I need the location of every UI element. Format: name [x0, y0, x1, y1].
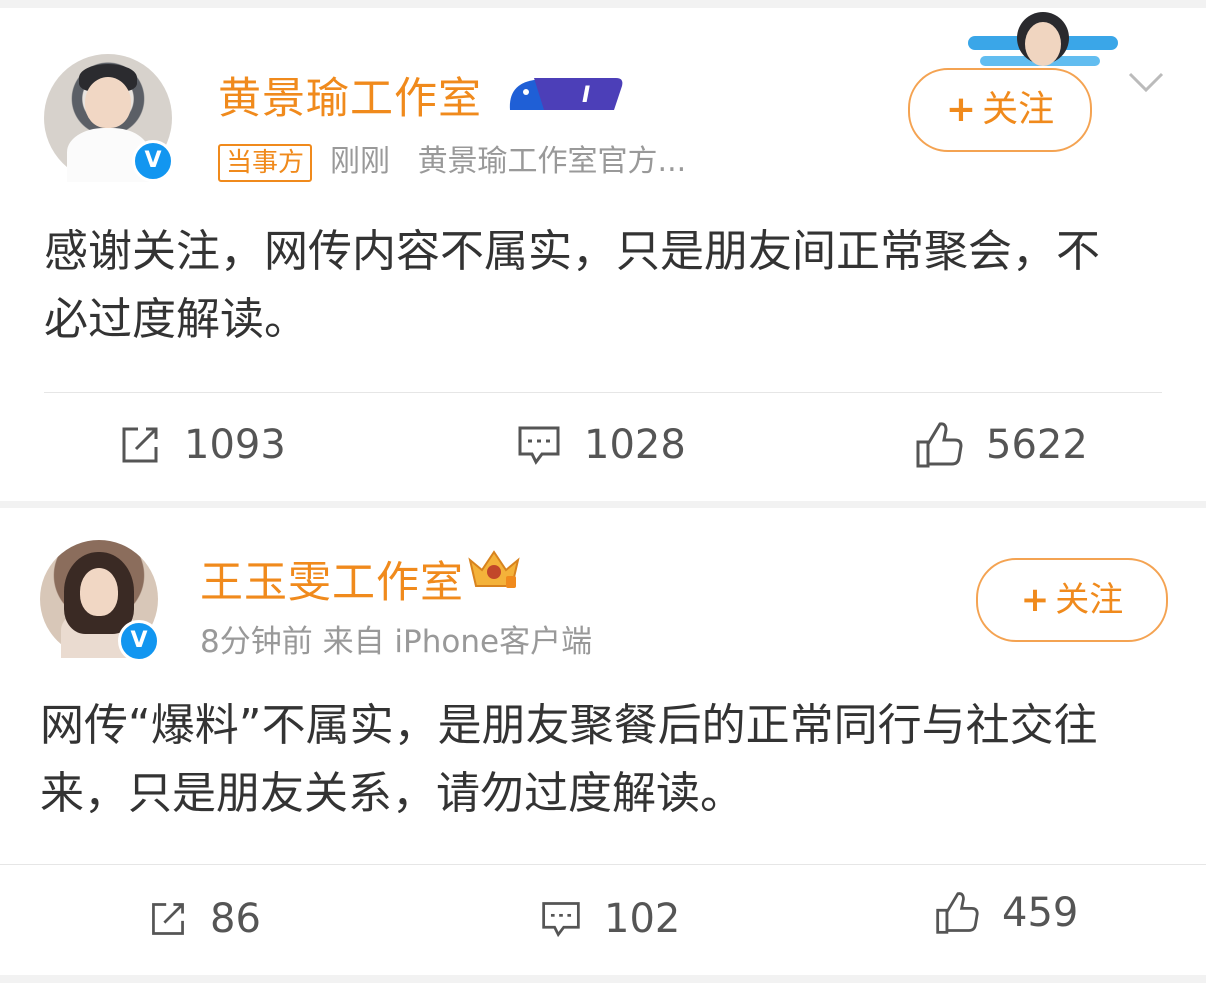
thumbs-up-icon: [916, 422, 963, 468]
post-content: 网传“爆料”不属实，是朋友聚餐后的正常同行与社交往来，只是朋友关系，请勿过度解读…: [40, 700, 1098, 819]
comment-icon: [518, 426, 560, 465]
divider: [0, 864, 1206, 865]
post-content: 感谢关注，网传内容不属实，只是朋友间正常聚会，不必过度解读。: [44, 226, 1100, 345]
follow-button[interactable]: + 关注: [976, 558, 1168, 642]
post-time: 刚刚: [330, 144, 391, 179]
comment-count: 102: [604, 896, 681, 942]
comment-count: 1028: [584, 422, 686, 468]
vip-whale-badge-icon: I: [504, 70, 626, 116]
repost-count: 86: [210, 896, 261, 942]
plus-icon: +: [945, 89, 977, 130]
verified-v-icon: V: [132, 140, 174, 182]
like-button[interactable]: 459: [934, 890, 1078, 936]
action-bar: 86 102 459: [0, 884, 1206, 964]
author-name[interactable]: 黄景瑜工作室: [218, 64, 482, 126]
divider: [44, 392, 1162, 393]
post-time-source: 8分钟前 来自 iPhone客户端: [200, 624, 593, 660]
follow-button[interactable]: + 关注: [908, 68, 1092, 152]
avatar[interactable]: V: [44, 54, 174, 182]
repost-count: 1093: [184, 422, 286, 468]
share-edit-icon: [122, 427, 158, 463]
post-card-1: V 黄景瑜工作室 I 当事方 刚刚 黄景瑜工作室官方... + 关注 感谢关注，网传…: [0, 8, 1206, 501]
repost-button[interactable]: 1093: [118, 422, 286, 468]
repost-button[interactable]: 86: [148, 896, 261, 942]
share-edit-icon: [152, 903, 184, 935]
like-button[interactable]: 5622: [914, 420, 1088, 470]
crown-badge-icon: [466, 546, 522, 592]
plus-icon: +: [1020, 580, 1050, 620]
svg-text:I: I: [582, 83, 590, 108]
like-count: 459: [1002, 890, 1079, 936]
comment-button[interactable]: 102: [540, 896, 680, 942]
post-card-2: V 王玉雯工作室 8分钟前 来自 iPhone客户端 + 关注 网传“爆料”不属实…: [0, 508, 1206, 975]
thumbs-up-icon: [936, 892, 979, 934]
like-count: 5622: [986, 422, 1088, 468]
post-source: 黄景瑜工作室官方...: [417, 144, 687, 179]
chevron-down-icon[interactable]: [1126, 68, 1166, 98]
comment-icon: [542, 902, 580, 938]
post-meta: 当事方 刚刚 黄景瑜工作室官方...: [218, 136, 686, 182]
verified-v-icon: V: [118, 620, 160, 662]
party-tag: 当事方: [218, 144, 313, 182]
comment-button[interactable]: 1028: [516, 422, 686, 468]
action-bar: 1093 1028 5622: [0, 412, 1206, 492]
avatar[interactable]: V: [40, 540, 160, 662]
author-name[interactable]: 王玉雯工作室: [200, 548, 464, 610]
